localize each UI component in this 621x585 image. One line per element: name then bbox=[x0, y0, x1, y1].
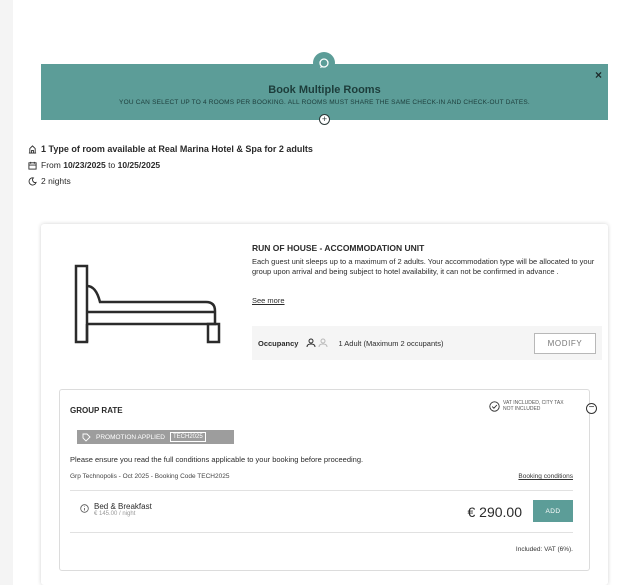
occupancy-label: Occupancy bbox=[258, 338, 299, 348]
dates-prefix: From bbox=[41, 160, 61, 170]
multi-room-banner: Book Multiple Rooms YOU CAN SELECT UP TO… bbox=[41, 52, 608, 125]
date-to: 10/25/2025 bbox=[117, 160, 161, 170]
price-per-night: € 145.00 / night bbox=[94, 511, 136, 517]
moon-icon bbox=[28, 176, 37, 185]
occupancy-bar: Occupancy 1 Adult (Maximum 2 occupants) … bbox=[252, 326, 602, 360]
collapse-icon[interactable]: − bbox=[586, 403, 597, 414]
close-icon[interactable]: × bbox=[595, 69, 602, 81]
group-info: Grp Technopolis - Oct 2025 - Booking Cod… bbox=[70, 473, 230, 480]
tag-icon bbox=[82, 433, 91, 442]
vat-note-text: VAT INCLUDED, CITY TAX NOT INCLUDED bbox=[503, 400, 564, 412]
calendar-icon bbox=[28, 161, 37, 170]
dates-to: to bbox=[108, 160, 116, 170]
plus-icon[interactable]: + bbox=[319, 114, 330, 125]
bed-icon bbox=[74, 264, 221, 344]
board-name: Bed & Breakfast bbox=[94, 502, 152, 511]
banner-subtitle: YOU CAN SELECT UP TO 4 ROOMS PER BOOKING… bbox=[119, 99, 530, 106]
info-icon bbox=[80, 504, 89, 513]
chat-icon[interactable] bbox=[313, 52, 335, 74]
room-description: Each guest unit sleeps up to a maximum o… bbox=[252, 257, 595, 276]
check-circle-icon bbox=[489, 400, 500, 412]
add-button[interactable]: ADD bbox=[533, 500, 573, 522]
modify-button[interactable]: MODIFY bbox=[534, 333, 596, 354]
conditions-notice: Please ensure you read the full conditio… bbox=[70, 455, 364, 464]
rate-title: GROUP RATE bbox=[70, 406, 123, 415]
booking-summary: 1 Type of room available at Real Marina … bbox=[28, 143, 313, 191]
page: Book Multiple Rooms YOU CAN SELECT UP TO… bbox=[13, 0, 621, 585]
rooms-available-text: 1 Type of room available at Real Marina … bbox=[41, 144, 313, 154]
room-title: RUN OF HOUSE - ACCOMMODATION UNIT bbox=[252, 243, 425, 253]
building-icon bbox=[28, 144, 37, 154]
booking-conditions-link[interactable]: Booking conditions bbox=[518, 473, 573, 480]
see-more-link[interactable]: See more bbox=[252, 296, 285, 305]
promotion-label: PROMOTION APPLIED bbox=[96, 433, 165, 441]
room-card: RUN OF HOUSE - ACCOMMODATION UNIT Each g… bbox=[41, 224, 608, 585]
included-note: Included: VAT (6%). bbox=[515, 546, 573, 553]
nights-text: 2 nights bbox=[41, 176, 71, 186]
occupancy-text: 1 Adult (Maximum 2 occupants) bbox=[338, 338, 444, 348]
person-icon bbox=[306, 338, 316, 348]
date-from: 10/23/2025 bbox=[63, 160, 106, 170]
vat-note: VAT INCLUDED, CITY TAX NOT INCLUDED bbox=[489, 400, 573, 412]
promotion-badge: PROMOTION APPLIED TECH2025 bbox=[77, 430, 234, 444]
group-rate-panel: GROUP RATE VAT INCLUDED, CITY TAX NOT IN… bbox=[59, 389, 597, 571]
person-outline-icon bbox=[318, 338, 328, 348]
banner-title: Book Multiple Rooms bbox=[268, 84, 381, 96]
promotion-code: TECH2025 bbox=[170, 432, 206, 442]
divider bbox=[70, 532, 573, 533]
divider bbox=[70, 490, 573, 491]
board-option: Bed & Breakfast € 145.00 / night bbox=[80, 502, 152, 517]
total-price: € 290.00 bbox=[467, 504, 523, 520]
